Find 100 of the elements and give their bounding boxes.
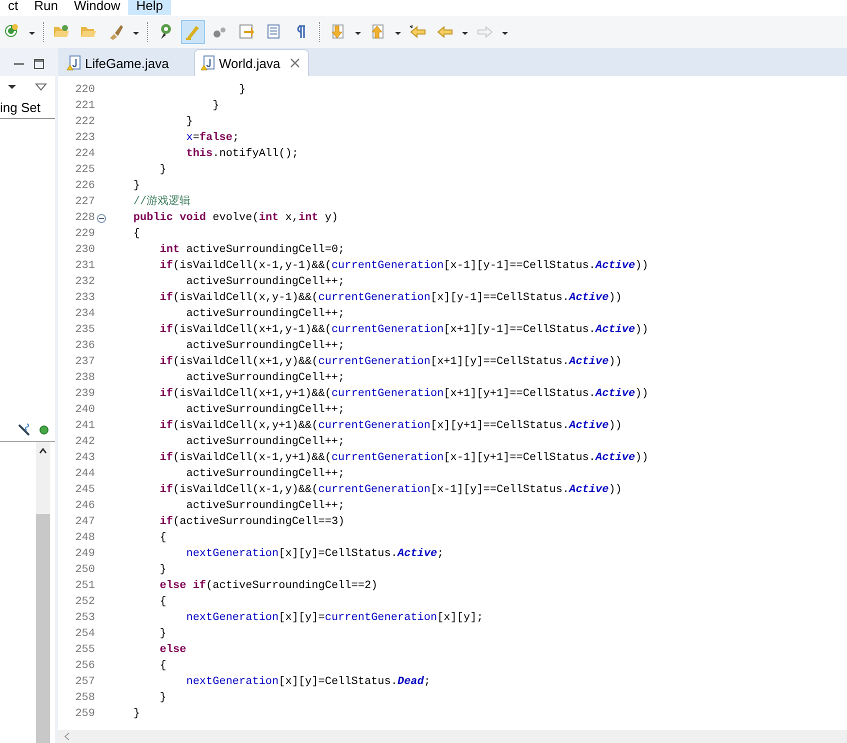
code-line: } bbox=[185, 115, 193, 130]
code-line: public void evolve(int x,int y) bbox=[132, 211, 338, 226]
code-line: if(isVaildCell(x+1,y-1)&&(currentGeneration[x+1][y-1]==CellStatus.Active)) bbox=[158, 322, 648, 338]
code-line: if(isVaildCell(x,y-1)&&(currentGeneration[x][y-1]==CellStatus.Active)) bbox=[158, 290, 622, 306]
editor-tab[interactable]: World.java bbox=[194, 49, 310, 76]
code-line: nextGeneration[x][y]=CellStatus.Dead; bbox=[185, 675, 430, 690]
code-line: activeSurroundingCell++; bbox=[185, 403, 345, 418]
code-line: { bbox=[158, 531, 166, 546]
line-number: 248 bbox=[74, 531, 95, 546]
code-line: else if(activeSurroundingCell==2) bbox=[158, 578, 378, 594]
line-number: 226 bbox=[74, 179, 95, 194]
line-number: 229 bbox=[74, 227, 95, 242]
horizontal-scrollbar[interactable] bbox=[58, 730, 847, 743]
code-line: this.notifyAll(); bbox=[185, 147, 298, 162]
menu-item[interactable]: Help bbox=[128, 0, 171, 15]
line-number: 244 bbox=[74, 467, 95, 482]
code-line: else bbox=[158, 643, 186, 658]
line-number: 237 bbox=[74, 355, 95, 370]
right-arrow-icon bbox=[476, 23, 494, 41]
java-file-icon bbox=[201, 55, 215, 71]
line-number: 255 bbox=[74, 643, 95, 658]
line-number: 258 bbox=[74, 691, 95, 706]
code-line: if(isVaildCell(x,y+1)&&(currentGeneration[x][y+1]==CellStatus.Active)) bbox=[158, 418, 622, 434]
code-line: if(isVaildCell(x+1,y+1)&&(currentGeneration[x+1][y+1]==CellStatus.Active)) bbox=[158, 386, 648, 402]
line-number: 227 bbox=[74, 195, 95, 210]
code-line: if(isVaildCell(x-1,y-1)&&(currentGeneration[x-1][y-1]==CellStatus.Active)) bbox=[158, 258, 648, 274]
line-number: 245 bbox=[74, 483, 95, 498]
line-number: 253 bbox=[74, 611, 95, 626]
line-number: 224 bbox=[74, 147, 95, 162]
code-line: } bbox=[158, 627, 166, 642]
line-number: 220 bbox=[74, 83, 95, 98]
menu-item[interactable]: Window bbox=[66, 0, 128, 15]
code-line: nextGeneration[x][y]=CellStatus.Active; bbox=[185, 547, 444, 562]
line-number: 252 bbox=[74, 595, 95, 610]
code-line: if(isVaildCell(x+1,y)&&(currentGeneration[x+1][y]==CellStatus.Active)) bbox=[158, 354, 622, 370]
line-number: 225 bbox=[74, 163, 95, 178]
code-line: } bbox=[212, 99, 220, 114]
close-icon[interactable] bbox=[290, 58, 300, 68]
line-number: 238 bbox=[74, 371, 95, 386]
editor-tab[interactable]: LifeGame.java bbox=[60, 49, 194, 76]
code-line: } bbox=[158, 691, 166, 706]
code-line: if(isVaildCell(x-1,y)&&(currentGeneration[x-1][y]==CellStatus.Active)) bbox=[158, 482, 622, 498]
line-number: 232 bbox=[74, 275, 95, 290]
link-icon[interactable] bbox=[17, 423, 31, 437]
line-number: 221 bbox=[74, 99, 95, 114]
line-number: 223 bbox=[74, 131, 95, 146]
left-arrow-icon bbox=[436, 23, 454, 41]
line-number: 246 bbox=[74, 499, 95, 514]
working-set-label: ing Set bbox=[0, 98, 55, 119]
code-line: { bbox=[158, 659, 166, 674]
line-number: 249 bbox=[74, 547, 95, 562]
line-number: 234 bbox=[74, 307, 95, 322]
line-number: 228 bbox=[74, 211, 95, 226]
line-number: 222 bbox=[74, 115, 95, 130]
import-icon bbox=[238, 23, 256, 41]
menu-item[interactable]: Run bbox=[26, 0, 66, 15]
code-line: if(isVaildCell(x-1,y+1)&&(currentGeneration[x-1][y+1]==CellStatus.Active)) bbox=[158, 450, 648, 466]
line-number: 250 bbox=[74, 563, 95, 578]
line-number: 236 bbox=[74, 339, 95, 354]
line-number: 257 bbox=[74, 675, 95, 690]
scroll-left-icon bbox=[64, 732, 70, 741]
circle-icon[interactable] bbox=[39, 425, 49, 435]
code-line: } bbox=[158, 563, 166, 578]
code-line: int activeSurroundingCell=0; bbox=[158, 243, 345, 258]
code-line: activeSurroundingCell++; bbox=[185, 275, 345, 290]
highlighter-icon bbox=[184, 23, 202, 41]
code-line: } bbox=[132, 179, 140, 194]
caret-icon[interactable] bbox=[8, 84, 16, 90]
code-line: activeSurroundingCell++; bbox=[185, 499, 345, 514]
line-number: 230 bbox=[74, 243, 95, 258]
code-line: } bbox=[238, 83, 246, 98]
menu-item[interactable]: ct bbox=[0, 0, 26, 15]
code-line: if(activeSurroundingCell==3) bbox=[158, 514, 345, 530]
code-line: } bbox=[158, 163, 166, 178]
line-number: 243 bbox=[74, 451, 95, 466]
scroll-up-icon bbox=[39, 448, 47, 454]
maximize-icon[interactable] bbox=[33, 58, 45, 70]
code-line: { bbox=[158, 595, 166, 610]
line-number: 259 bbox=[74, 707, 95, 722]
line-number: 242 bbox=[74, 435, 95, 450]
view-menu-icon[interactable] bbox=[35, 83, 47, 91]
collapse-icon[interactable] bbox=[96, 214, 106, 222]
code-line: x=false; bbox=[185, 130, 240, 146]
java-file-icon bbox=[67, 55, 81, 71]
code-line: { bbox=[132, 227, 140, 242]
left-arrow-icon bbox=[409, 23, 427, 41]
line-number: 254 bbox=[74, 627, 95, 642]
line-number: 256 bbox=[74, 659, 95, 674]
code-line: activeSurroundingCell++; bbox=[185, 467, 345, 482]
scrollbar[interactable] bbox=[36, 442, 50, 743]
code-line: activeSurroundingCell++; bbox=[185, 371, 345, 386]
line-number: 240 bbox=[74, 403, 95, 418]
line-number: 247 bbox=[74, 515, 95, 530]
code-line: } bbox=[132, 707, 140, 722]
scrollbar-thumb[interactable] bbox=[36, 514, 50, 743]
code-line: activeSurroundingCell++; bbox=[185, 339, 345, 354]
line-number: 239 bbox=[74, 387, 95, 402]
line-number: 233 bbox=[74, 291, 95, 306]
line-number: 235 bbox=[74, 323, 95, 338]
line-number: 231 bbox=[74, 259, 95, 274]
